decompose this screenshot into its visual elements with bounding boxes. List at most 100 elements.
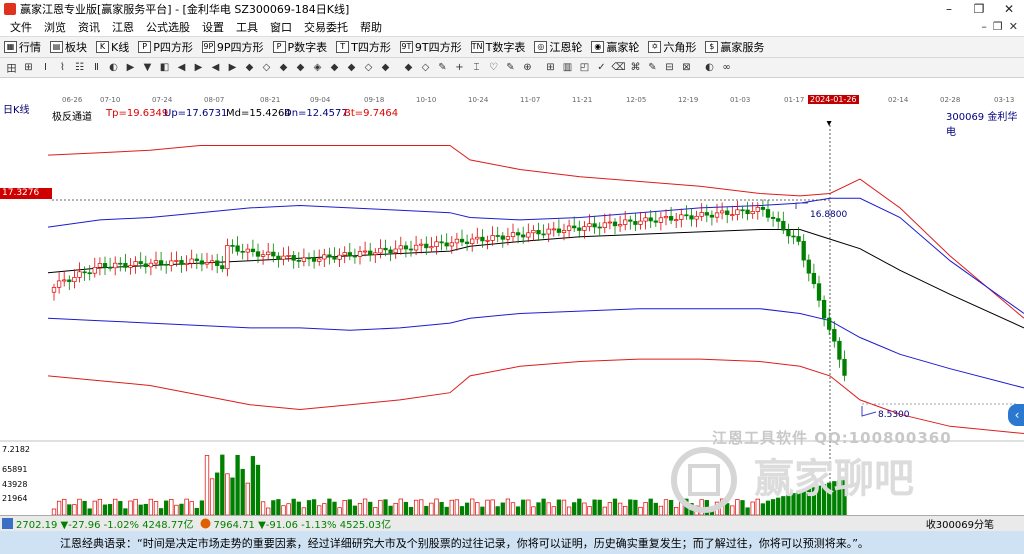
draw-tool-icon[interactable]: ◧ [157, 60, 172, 75]
toolbar-item-1[interactable]: ▤ 板块 [50, 39, 87, 55]
menu-gann[interactable]: 江恩 [106, 19, 140, 35]
draw-tool-icon[interactable]: ▶ [191, 60, 206, 75]
draw-tool-icon[interactable]: Ⅱ [89, 60, 104, 75]
draw-tool-icon[interactable]: ⊞ [543, 60, 558, 75]
draw-tool-icon[interactable]: ▼ [140, 60, 155, 75]
toolbar-item-icon: ▦ [4, 41, 17, 53]
draw-tool-icon[interactable]: ⌫ [611, 60, 626, 75]
candle [204, 262, 210, 265]
draw-tool-icon[interactable]: ✓ [594, 60, 609, 75]
menu-browse[interactable]: 浏览 [38, 19, 72, 35]
draw-tool-icon[interactable]: ◀ [174, 60, 189, 75]
draw-tool-icon[interactable]: ◐ [702, 60, 717, 75]
mdi-restore-button[interactable]: ❐ [993, 20, 1003, 33]
draw-tool-icon[interactable]: ◐ [106, 60, 121, 75]
kline-chart[interactable]: 16.8800 8.5300 ▼ [0, 121, 1024, 516]
menu-file[interactable]: 文件 [4, 19, 38, 35]
draw-tool-icon[interactable]: ◀ [208, 60, 223, 75]
side-expand-button[interactable]: ‹ [1008, 404, 1024, 426]
mdi-close-button[interactable]: ✕ [1009, 20, 1018, 33]
volume-bar [373, 507, 378, 516]
draw-tool-icon[interactable]: ▥ [560, 60, 575, 75]
draw-tool-icon[interactable]: ♡ [486, 60, 501, 75]
tick-status[interactable]: 收300069分笔 [926, 516, 994, 531]
toolbar-item-3[interactable]: P P四方形 [138, 39, 193, 55]
sh-index[interactable]: 2702.19 ▼-27.96 -1.02% 4248.77亿 [16, 516, 194, 531]
toolbar-item-5[interactable]: P P数字表 [272, 39, 327, 55]
menu-tools[interactable]: 工具 [230, 19, 264, 35]
draw-tool-icon[interactable]: ☷ [72, 60, 87, 75]
minimize-button[interactable]: – [934, 0, 964, 18]
volume-bar [362, 498, 368, 516]
draw-tool-icon[interactable]: ◈ [310, 60, 325, 75]
draw-tool-icon[interactable]: ✎ [503, 60, 518, 75]
draw-tool-icon[interactable]: ✎ [435, 60, 450, 75]
draw-tool-icon[interactable]: Ⅰ [38, 60, 53, 75]
toolbar-item-0[interactable]: ▦ 行情 [4, 39, 41, 55]
volume-bar [750, 501, 755, 516]
toolbar-item-6[interactable]: T T四方形 [336, 39, 391, 55]
toolbar-item-8[interactable]: TN T数字表 [470, 39, 525, 55]
draw-tool-icon[interactable]: ◆ [327, 60, 342, 75]
draw-tool-icon[interactable]: ⌇ [55, 60, 70, 75]
menu-help[interactable]: 帮助 [354, 19, 388, 35]
candle [811, 272, 817, 285]
menu-formula[interactable]: 公式选股 [140, 19, 196, 35]
draw-tool-icon[interactable]: ◆ [344, 60, 359, 75]
candle [628, 219, 633, 222]
draw-tool-icon[interactable]: ⊠ [679, 60, 694, 75]
draw-tool-icon[interactable]: ⊟ [662, 60, 677, 75]
candle [179, 260, 184, 265]
menu-settings[interactable]: 设置 [196, 19, 230, 35]
candle [413, 244, 419, 251]
candle [505, 236, 511, 240]
draw-tool-icon[interactable]: ✎ [645, 60, 660, 75]
draw-tool-icon[interactable]: ⊕ [520, 60, 535, 75]
candle [67, 279, 72, 283]
mdi-minimize-button[interactable]: – [981, 20, 987, 33]
menu-window[interactable]: 窗口 [264, 19, 298, 35]
draw-tool-icon[interactable]: ▶ [225, 60, 240, 75]
draw-tool-icon[interactable]: ⌶ [469, 60, 484, 75]
draw-tool-icon[interactable]: ◆ [276, 60, 291, 75]
volume-bar [582, 502, 587, 516]
toolbar-item-11[interactable]: ✡ 六角形 [648, 39, 696, 55]
volume-bar [694, 505, 699, 516]
volume-bar [209, 478, 215, 516]
volume-bar [566, 506, 572, 516]
draw-tool-icon[interactable]: ◰ [577, 60, 592, 75]
toolbar-item-4[interactable]: 9P 9P四方形 [201, 39, 264, 55]
draw-tool-icon[interactable]: ⌘ [628, 60, 643, 75]
draw-tool-icon[interactable]: ▶ [123, 60, 138, 75]
close-button[interactable]: ✕ [994, 0, 1024, 18]
app-icon [4, 3, 16, 15]
draw-tool-icon[interactable]: ∞ [719, 60, 734, 75]
sz-index[interactable]: 7964.71 ▼-91.06 -1.13% 4525.03亿 [214, 516, 392, 531]
candle [107, 266, 113, 269]
draw-tool-icon[interactable]: ◆ [242, 60, 257, 75]
draw-tool-icon[interactable]: ◇ [361, 60, 376, 75]
toolbar-item-2[interactable]: K K线 [96, 39, 129, 55]
draw-tool-icon[interactable]: ◇ [418, 60, 433, 75]
draw-tool-icon[interactable]: ◆ [378, 60, 393, 75]
volume-bar [56, 500, 62, 516]
candle [266, 251, 271, 255]
menu-trade[interactable]: 交易委托 [298, 19, 354, 35]
date-tick: 2024-01-26 [808, 95, 859, 104]
volume-bar [357, 503, 363, 516]
draw-tool-icon[interactable]: ◆ [401, 60, 416, 75]
toolbar-item-7[interactable]: 9T 9T四方形 [399, 39, 462, 55]
draw-tool-icon[interactable]: ◆ [293, 60, 308, 75]
candle [801, 241, 806, 261]
draw-tool-icon[interactable]: 田 [4, 60, 19, 75]
draw-tool-icon[interactable]: + [452, 60, 467, 75]
draw-tool-icon[interactable]: ◇ [259, 60, 274, 75]
maximize-button[interactable]: ❐ [964, 0, 994, 18]
toolbar-item-10[interactable]: ◉ 赢家轮 [591, 39, 639, 55]
draw-tool-icon[interactable]: ⊞ [21, 60, 36, 75]
menu-news[interactable]: 资讯 [72, 19, 106, 35]
toolbar-item-12[interactable]: $ 赢家服务 [705, 39, 764, 55]
volume-bar [454, 499, 460, 516]
volume-bar [352, 505, 358, 516]
toolbar-item-9[interactable]: ◎ 江恩轮 [534, 39, 582, 55]
